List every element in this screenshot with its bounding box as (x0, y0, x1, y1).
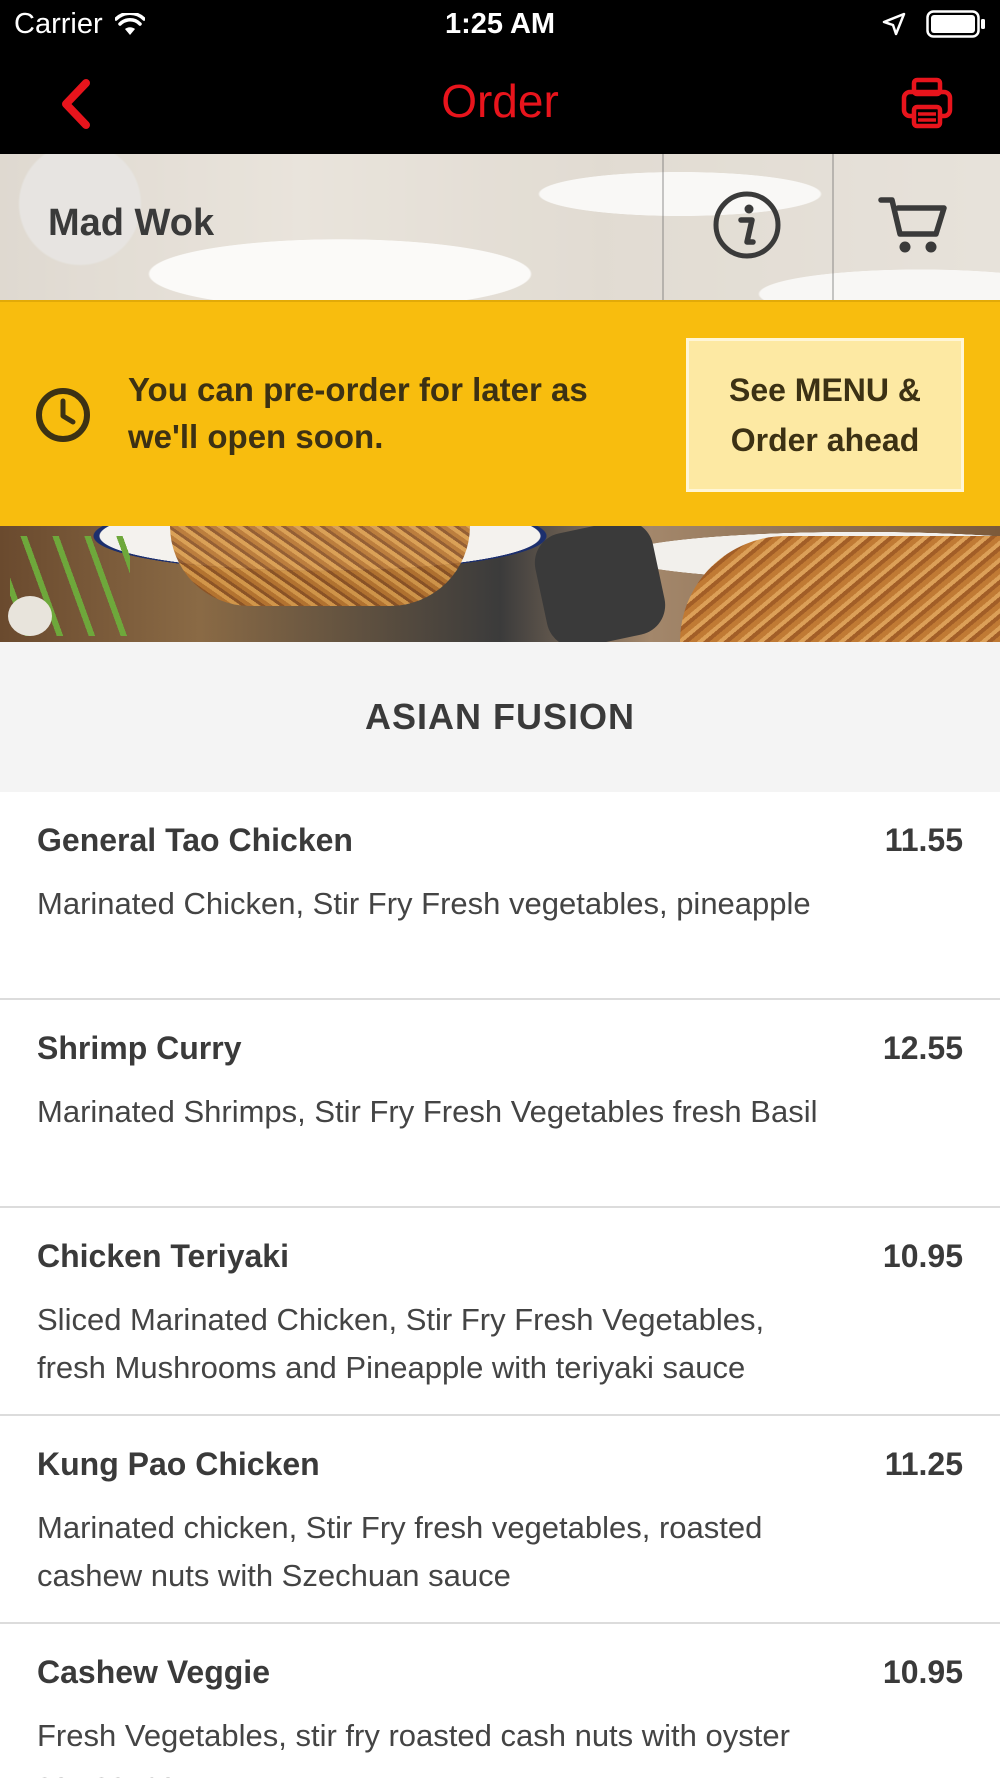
info-icon (713, 191, 781, 259)
see-menu-order-ahead-button[interactable]: See MENU & Order ahead (686, 338, 964, 492)
menu-item-description: Marinated Shrimps, Stir Fry Fresh Vegeta… (37, 1094, 818, 1129)
menu-item-name: Cashew Veggie (37, 1654, 270, 1690)
menu-item-price: 11.55 (884, 822, 963, 858)
menu-item[interactable]: General Tao Chicken 11.55 Marinated Chic… (0, 792, 1000, 1000)
header-divider (832, 154, 834, 300)
location-arrow-icon (882, 12, 906, 36)
status-bar: Carrier 1:25 AM (0, 0, 1000, 52)
category-title: ASIAN FUSION (364, 696, 635, 737)
menu-item-name: Kung Pao Chicken (37, 1446, 320, 1482)
restaurant-name: Mad Wok (48, 202, 215, 244)
order-ahead-label-line2: Order ahead (730, 422, 920, 458)
food-banner-image (0, 526, 1000, 642)
menu-item-price: 12.55 (882, 1030, 963, 1066)
napkin-graphic (529, 526, 671, 642)
menu-item-price: 10.95 (882, 1238, 963, 1274)
cart-button[interactable] (878, 192, 948, 258)
menu-item-description: Fresh Vegetables, stir fry roasted cash … (37, 1718, 790, 1778)
restaurant-header: Mad Wok (0, 154, 1000, 300)
category-header: ASIAN FUSION (0, 642, 1000, 792)
menu-item[interactable]: Shrimp Curry 12.55 Marinated Shrimps, St… (0, 1000, 1000, 1208)
status-time: 1:25 AM (444, 8, 556, 40)
menu-item[interactable]: Cashew Veggie 10.95 Fresh Vegetables, st… (0, 1624, 1000, 1778)
menu-item[interactable]: Chicken Teriyaki 10.95 Sliced Marinated … (0, 1208, 1000, 1416)
noodle-plate-graphic (170, 526, 470, 606)
printer-icon (901, 77, 953, 129)
garlic-graphic (8, 596, 52, 636)
noodle-plate-graphic (680, 536, 1000, 642)
menu-item-price: 10.95 (882, 1654, 963, 1690)
status-right (882, 10, 986, 38)
info-button[interactable] (712, 190, 782, 260)
menu-item[interactable]: Kung Pao Chicken 11.25 Marinated chicken… (0, 1416, 1000, 1624)
clock-icon (36, 388, 90, 442)
menu-list: General Tao Chicken 11.55 Marinated Chic… (0, 792, 1000, 1778)
menu-item-description: Marinated Chicken, Stir Fry Fresh vegeta… (37, 886, 811, 921)
preorder-message: You can pre-order for later as we'll ope… (128, 371, 588, 455)
order-ahead-label: See MENU & Order ahead (729, 365, 921, 465)
menu-item-name: Shrimp Curry (37, 1030, 242, 1066)
print-button[interactable] (894, 72, 960, 134)
menu-item-name: General Tao Chicken (37, 822, 353, 858)
header-divider (662, 154, 664, 300)
nav-bar: Order (0, 52, 1000, 154)
preorder-banner: You can pre-order for later as we'll ope… (0, 300, 1000, 526)
page-title: Order (441, 75, 559, 127)
menu-item-description: Marinated chicken, Stir Fry fresh vegeta… (37, 1510, 763, 1593)
cart-icon (878, 197, 947, 253)
menu-item-name: Chicken Teriyaki (37, 1238, 289, 1274)
battery-icon (926, 10, 985, 38)
menu-item-price: 11.25 (884, 1446, 963, 1482)
order-ahead-label-line1: See MENU & (728, 372, 922, 408)
menu-item-description: Sliced Marinated Chicken, Stir Fry Fresh… (37, 1302, 765, 1385)
